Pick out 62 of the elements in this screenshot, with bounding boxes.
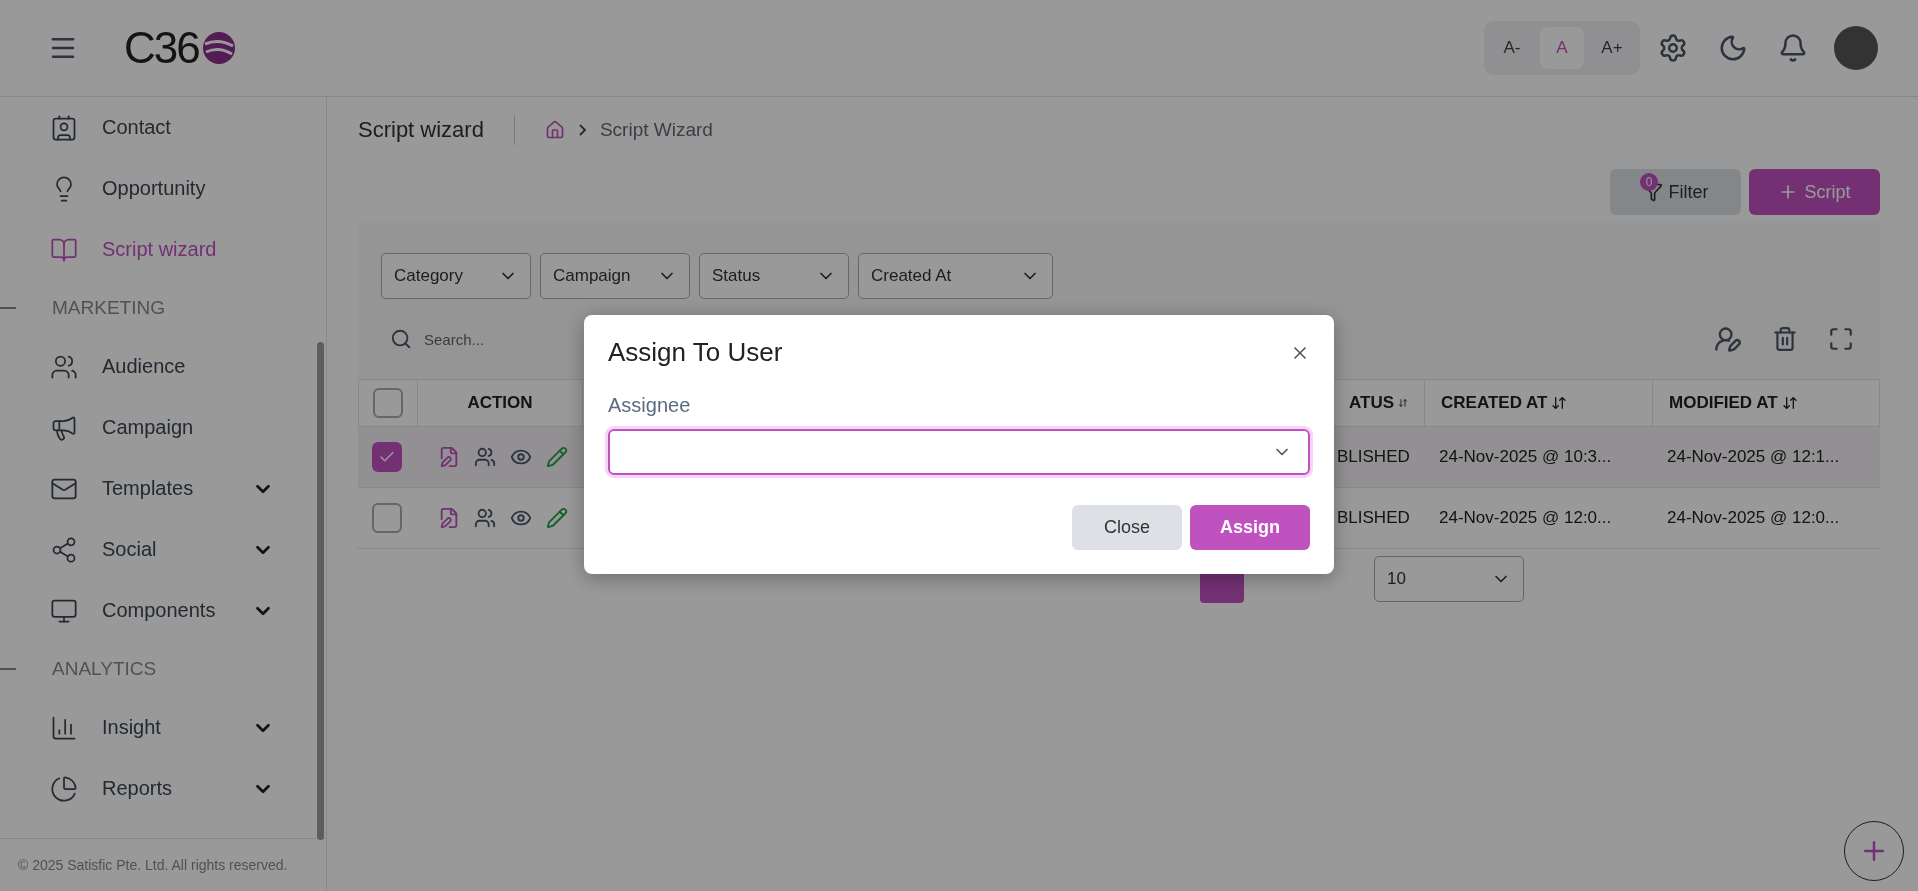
sidebar-item[interactable]: Script wizard bbox=[0, 219, 326, 280]
user-pen-icon[interactable] bbox=[1714, 325, 1742, 353]
filter-count-badge: 0 bbox=[1640, 173, 1658, 191]
chevron-right-icon bbox=[578, 124, 586, 136]
field-label: Assignee bbox=[608, 394, 692, 417]
sort-icon[interactable] bbox=[1781, 395, 1798, 411]
copyright: © 2025 Satisfic Pte. Ltd. All rights reserved. bbox=[0, 838, 326, 891]
close-button[interactable]: Close bbox=[1072, 505, 1182, 550]
filter-dropdown[interactable]: Created At bbox=[858, 253, 1053, 299]
filter-button[interactable]: 0 Filter bbox=[1610, 169, 1741, 215]
pencil-icon[interactable] bbox=[546, 507, 568, 529]
logo-text: C36 bbox=[124, 23, 199, 73]
section-heading: MARKETING bbox=[52, 297, 165, 319]
avatar[interactable] bbox=[1834, 26, 1878, 70]
people-icon[interactable] bbox=[474, 507, 496, 529]
contact-card-icon bbox=[50, 113, 78, 142]
checkbox[interactable] bbox=[373, 388, 403, 418]
add-script-button[interactable]: Script bbox=[1749, 169, 1880, 215]
table-cell: BLISHED bbox=[1337, 447, 1410, 467]
settings-icon[interactable] bbox=[1658, 33, 1688, 63]
file-pen-icon[interactable] bbox=[438, 446, 460, 468]
nodes-icon bbox=[50, 535, 78, 564]
column-header[interactable]: ACTION bbox=[467, 393, 533, 413]
pie-chart-icon bbox=[50, 774, 78, 803]
table-cell: 24-Nov-2025 @ 12:0... bbox=[1667, 508, 1840, 528]
assignee-dropdown[interactable] bbox=[608, 429, 1310, 475]
filter-dropdown[interactable]: Campaign bbox=[540, 253, 690, 299]
sidebar-item[interactable]: Contact bbox=[0, 97, 326, 158]
column-header[interactable]: CREATED AT bbox=[1441, 393, 1548, 413]
sort-icon[interactable] bbox=[1551, 395, 1568, 411]
bell-icon[interactable] bbox=[1778, 33, 1808, 63]
font-size-button[interactable]: A bbox=[1540, 27, 1584, 69]
logo[interactable]: C36 bbox=[124, 23, 237, 73]
people-icon[interactable] bbox=[474, 446, 496, 468]
moon-icon[interactable] bbox=[1718, 33, 1748, 63]
checkbox[interactable] bbox=[372, 442, 402, 472]
expand-icon[interactable] bbox=[1828, 325, 1854, 353]
home-icon[interactable] bbox=[544, 120, 565, 140]
font-size-button[interactable]: A+ bbox=[1590, 27, 1634, 69]
globe-logo-icon bbox=[200, 30, 237, 66]
section-heading: ANALYTICS bbox=[52, 658, 157, 680]
search-field[interactable]: Search... bbox=[424, 330, 485, 348]
add-button[interactable] bbox=[1844, 821, 1904, 881]
trash-icon[interactable] bbox=[1772, 325, 1798, 353]
filter-dropdown[interactable]: Status bbox=[699, 253, 849, 299]
sidebar-item[interactable]: Opportunity bbox=[0, 158, 326, 219]
table-cell: BLISHED bbox=[1337, 508, 1410, 528]
file-pen-icon[interactable] bbox=[438, 507, 460, 529]
scrollbar[interactable] bbox=[317, 342, 324, 840]
breadcrumb-item: Script Wizard bbox=[599, 119, 713, 141]
checkbox[interactable] bbox=[372, 503, 402, 533]
page-size-dropdown[interactable]: 10 bbox=[1374, 556, 1524, 602]
font-size-button[interactable]: A- bbox=[1490, 27, 1534, 69]
table-cell: 24-Nov-2025 @ 12:0... bbox=[1439, 508, 1612, 528]
page-title: Script wizard bbox=[358, 117, 484, 143]
search-icon bbox=[390, 328, 412, 350]
filter-dropdown[interactable]: Category bbox=[381, 253, 531, 299]
table-cell: 24-Nov-2025 @ 10:3... bbox=[1439, 447, 1612, 467]
assign-button[interactable]: Assign bbox=[1190, 505, 1310, 550]
table-cell: 24-Nov-2025 @ 12:1... bbox=[1667, 447, 1840, 467]
pencil-icon[interactable] bbox=[546, 446, 568, 468]
dialog-title: Assign To User bbox=[608, 337, 783, 368]
